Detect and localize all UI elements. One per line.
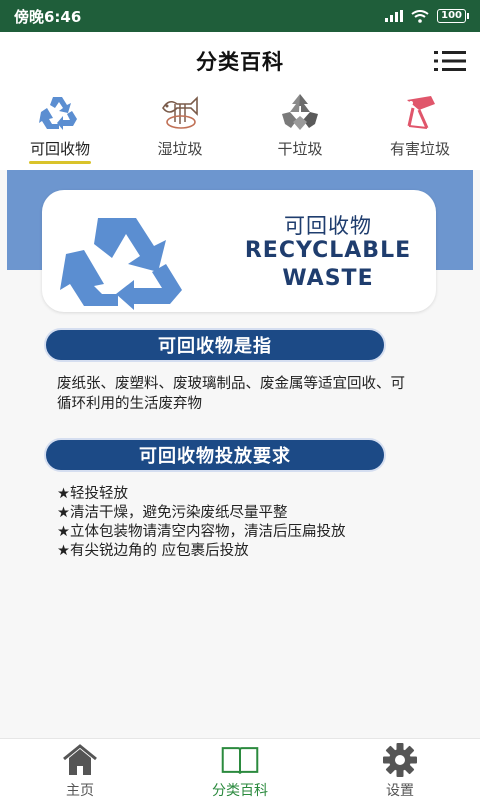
active-tab-indicator	[29, 161, 91, 164]
nav-home[interactable]: 主页	[0, 739, 160, 800]
requirement-item: ★有尖锐边角的 应包裹后投放	[57, 543, 249, 559]
signal-icon	[385, 10, 404, 22]
book-icon	[220, 742, 260, 778]
page-title: 分类百科	[196, 50, 284, 74]
hazard-icon	[397, 92, 443, 132]
category-banner: 可回收物 RECYCLABLE WASTE	[42, 190, 436, 312]
fishbone-icon	[157, 92, 203, 132]
nav-label: 设置	[386, 783, 414, 799]
status-time: 傍晚6:46	[14, 7, 82, 26]
nav-settings[interactable]: 设置	[320, 739, 480, 800]
home-icon	[60, 742, 100, 778]
dry-waste-icon	[277, 92, 323, 132]
nav-label: 分类百科	[212, 783, 268, 799]
tab-wet-waste[interactable]: 湿垃圾	[120, 90, 240, 170]
nav-encyclopedia[interactable]: 分类百科	[160, 739, 320, 800]
tab-label: 湿垃圾	[157, 140, 203, 158]
tab-label: 可回收物	[29, 140, 90, 158]
requirements-list: ★轻投轻放 ★清洁干燥，避免污染废纸尽量平整 ★立体包装物请清空内容物，清洁后压…	[57, 484, 417, 560]
tab-recyclable[interactable]: 可回收物	[0, 90, 120, 170]
status-bar: 傍晚6:46 100	[0, 0, 480, 32]
definition-heading: 可回收物是指	[44, 328, 386, 362]
banner-title-cn: 可回收物	[284, 214, 372, 238]
status-icons: 100	[385, 9, 469, 23]
title-bar: 分类百科	[0, 32, 480, 90]
battery-indicator: 100	[437, 9, 469, 23]
recycle-icon	[37, 92, 83, 132]
tab-hazardous-waste[interactable]: 有害垃圾	[360, 90, 480, 170]
requirement-item: ★立体包装物请清空内容物，清洁后压扁投放	[57, 524, 346, 540]
tab-label: 干垃圾	[277, 140, 323, 158]
tab-label: 有害垃圾	[389, 140, 450, 158]
nav-label: 主页	[66, 783, 94, 799]
requirement-item: ★轻投轻放	[57, 486, 128, 502]
recycle-logo-icon	[60, 218, 182, 310]
bottom-navigation: 主页 分类百科 设置	[0, 738, 480, 800]
wifi-icon	[411, 9, 429, 23]
category-tabs: 可回收物 湿垃圾 干垃圾 有害垃圾	[0, 90, 480, 170]
requirement-item: ★清洁干燥，避免污染废纸尽量平整	[57, 505, 288, 521]
requirements-heading: 可回收物投放要求	[44, 438, 386, 472]
gear-icon	[380, 742, 420, 778]
banner-title-en-line1: RECYCLABLE	[244, 238, 412, 263]
definition-text: 废纸张、废塑料、废玻璃制品、废金属等适宜回收、可循环利用的生活废弃物	[57, 376, 405, 412]
tab-dry-waste[interactable]: 干垃圾	[240, 90, 360, 170]
banner-title-en-line2: WASTE	[282, 266, 374, 291]
list-menu-icon[interactable]	[434, 49, 466, 73]
